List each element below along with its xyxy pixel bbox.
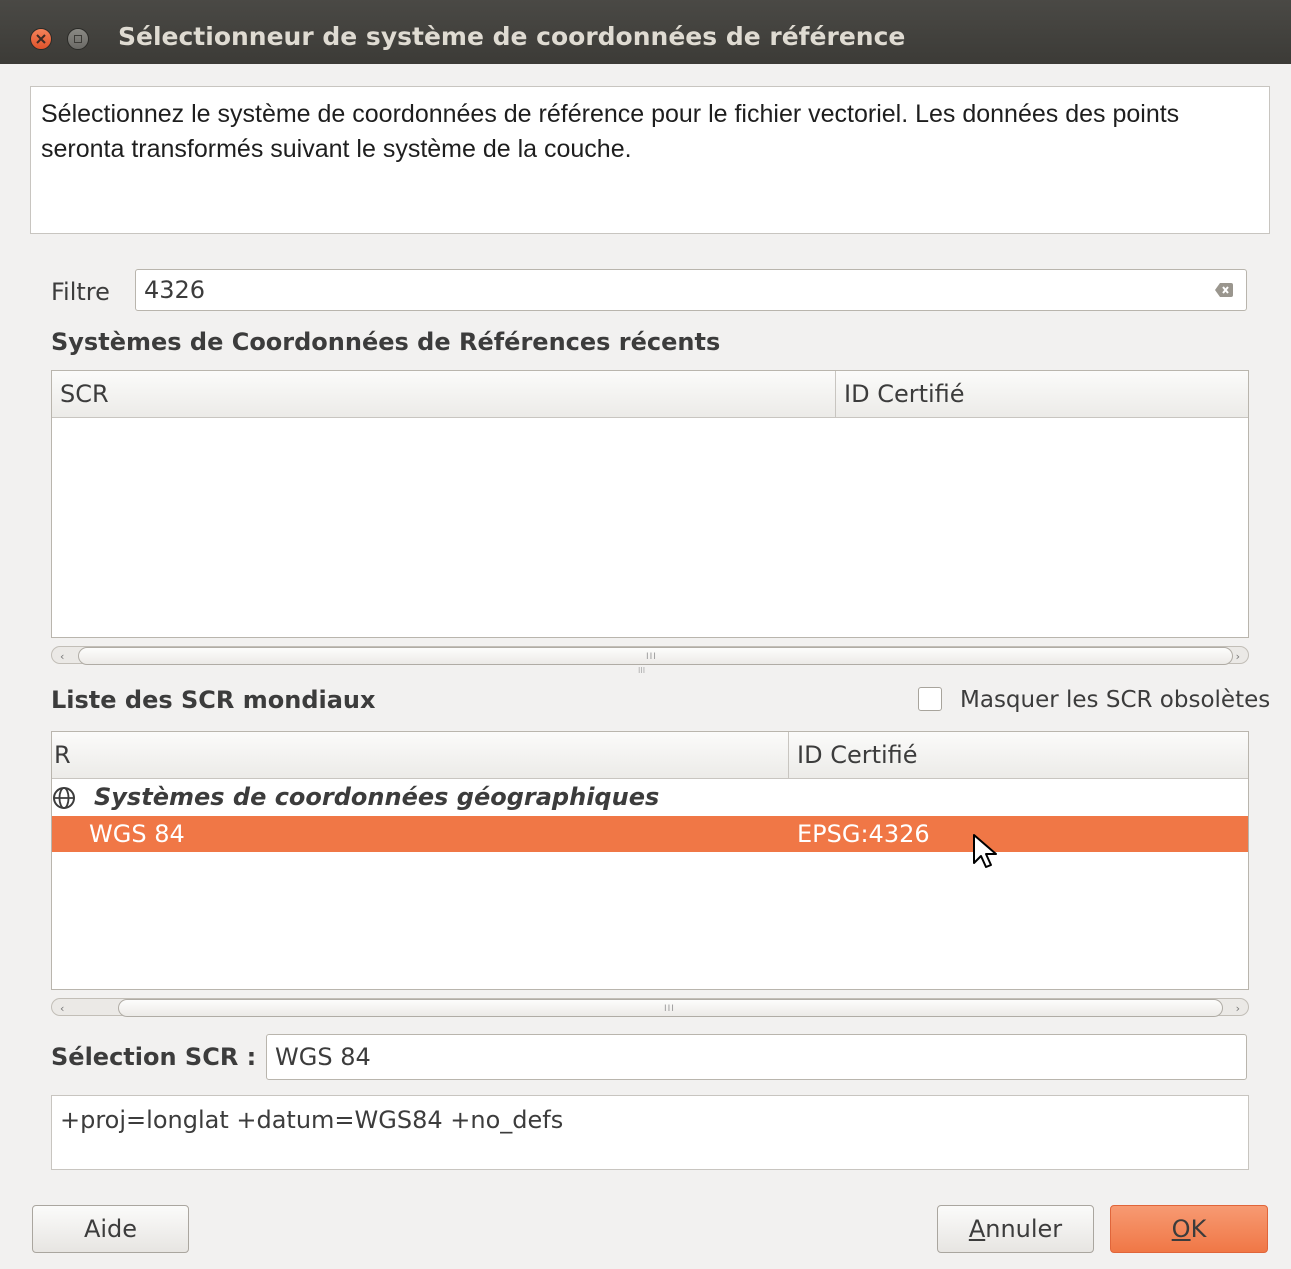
hide-obsolete-label[interactable]: Masquer les SCR obsolètes <box>960 684 1270 716</box>
cancel-button[interactable]: Annuler <box>937 1205 1094 1253</box>
scroll-right-icon[interactable]: › <box>1236 650 1240 663</box>
close-window-button[interactable] <box>30 28 52 50</box>
window-title: Sélectionneur de système de coordonnées … <box>118 22 906 51</box>
row-crs-name: WGS 84 <box>89 820 185 848</box>
ok-label: OK <box>1171 1215 1207 1243</box>
table-row-selected[interactable]: WGS 84 EPSG:4326 <box>52 816 1248 852</box>
cancel-label: Annuler <box>968 1215 1063 1243</box>
tree-group-geographic[interactable]: Systèmes de coordonnées géographiques <box>52 779 1248 816</box>
column-header-id[interactable]: ID Certifié <box>788 732 1248 778</box>
maximize-icon <box>74 35 82 43</box>
scrollbar-thumb[interactable]: III <box>118 999 1223 1017</box>
filter-input[interactable]: 4326 <box>135 269 1247 311</box>
clear-filter-icon[interactable] <box>1214 280 1234 300</box>
group-label: Systèmes de coordonnées géographiques <box>94 783 660 811</box>
recent-crs-table[interactable]: SCR ID Certifié <box>51 370 1249 638</box>
maximize-window-button[interactable] <box>67 28 89 50</box>
recent-horizontal-scrollbar[interactable]: ‹ III › <box>51 644 1249 666</box>
help-button[interactable]: Aide <box>32 1205 189 1253</box>
recent-table-header: SCR ID Certifié <box>52 371 1248 418</box>
column-header-scr[interactable]: R <box>52 732 788 778</box>
ok-button[interactable]: OK <box>1110 1205 1268 1253</box>
hide-obsolete-checkbox[interactable] <box>918 687 942 711</box>
world-crs-table[interactable]: R ID Certifié Systèmes de coordonnées gé… <box>51 731 1249 990</box>
world-horizontal-scrollbar[interactable]: ‹ III › <box>51 996 1249 1018</box>
mouse-cursor-icon <box>973 834 997 868</box>
selection-label: Sélection SCR : <box>51 1043 257 1071</box>
close-icon <box>36 34 46 44</box>
recent-crs-title: Systèmes de Coordonnées de Références ré… <box>51 328 721 356</box>
scroll-left-icon[interactable]: ‹ <box>60 1002 64 1015</box>
splitter-handle[interactable]: III <box>638 667 654 675</box>
row-crs-id: EPSG:4326 <box>797 820 930 848</box>
scroll-left-icon[interactable]: ‹ <box>60 650 64 663</box>
world-table-header: R ID Certifié <box>52 732 1248 779</box>
column-header-id[interactable]: ID Certifié <box>835 371 1248 417</box>
scroll-right-icon[interactable]: › <box>1236 1002 1240 1015</box>
column-header-scr[interactable]: SCR <box>52 371 835 417</box>
description-text: Sélectionnez le système de coordonnées d… <box>30 86 1270 234</box>
world-crs-title: Liste des SCR mondiaux <box>51 686 376 714</box>
scrollbar-thumb[interactable]: III <box>78 647 1233 665</box>
filter-label: Filtre <box>51 278 110 306</box>
selected-crs-field[interactable]: WGS 84 <box>266 1034 1247 1080</box>
globe-icon <box>53 787 75 809</box>
proj-definition-text: +proj=longlat +datum=WGS84 +no_defs <box>51 1095 1249 1170</box>
